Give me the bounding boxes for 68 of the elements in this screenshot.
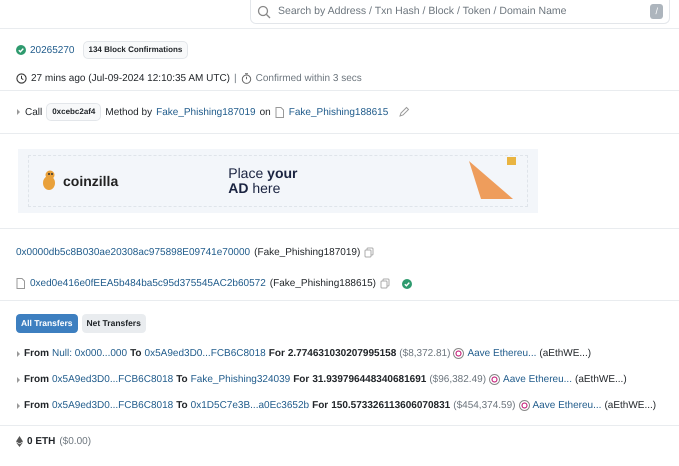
eth-value: 0 ETH — [27, 435, 56, 449]
copy-icon — [380, 278, 390, 289]
for-label: For — [312, 399, 328, 414]
token-icon — [453, 348, 464, 360]
shortcut-key: / — [650, 4, 663, 20]
from-label: From — [24, 347, 49, 362]
usd-value: ($96,382.49) — [429, 373, 486, 388]
token-icon — [518, 400, 530, 412]
token-amount: 2.774631030207995158 — [288, 347, 396, 362]
contract-link[interactable]: Fake_Phishing188615 — [288, 104, 388, 120]
to-label: To — [130, 347, 142, 362]
address-link[interactable]: Fake_Phishing324039 — [190, 372, 290, 388]
address-link[interactable]: Null: 0x000...000 — [52, 346, 128, 362]
method-id-badge: 0xcebc2af4 — [46, 103, 102, 121]
stopwatch-icon — [240, 73, 252, 84]
method-by-label: Method by — [105, 106, 152, 120]
document-icon — [274, 106, 285, 118]
transfer-tab[interactable]: All Transfers — [16, 314, 78, 333]
ethereum-icon — [16, 436, 23, 447]
search-icon — [257, 4, 271, 18]
address-link[interactable]: 0x5A9ed3D0...FCB6C8018 — [144, 346, 266, 362]
timestamp-text: 27 mins ago (Jul-09-2024 12:10:35 AM UTC) — [31, 72, 230, 86]
to-address-link[interactable]: 0xed0e416e0fEEA5b484ba5c95d375545AC2b60572 — [30, 276, 266, 291]
check-circle-icon — [16, 45, 26, 55]
for-label: For — [293, 373, 310, 388]
usd-value: ($8,372.81) — [399, 347, 450, 362]
token-symbol: (aEthWE...) — [604, 399, 656, 414]
token-link[interactable]: Aave Ethereu... — [503, 372, 572, 388]
from-address-link[interactable]: 0x0000db5c8B030ae20308ac975898E09741e70000 — [16, 245, 250, 260]
pencil-icon — [398, 106, 410, 118]
confirmations-badge: 134 Block Confirmations — [82, 41, 188, 59]
caret-icon — [16, 402, 21, 410]
token-symbol: (aEthWE...) — [539, 347, 592, 362]
ad-banner[interactable]: coinzilla Place your AD here — [18, 149, 538, 213]
from-label: From — [24, 373, 49, 388]
caret-icon — [16, 376, 21, 384]
transfer-tab[interactable]: Net Transfers — [82, 314, 146, 333]
ad-headline: AD here — [228, 181, 280, 196]
address-name: (Fake_Phishing188615) — [270, 277, 376, 291]
address-name: (Fake_Phishing187019) — [254, 246, 360, 260]
from-label: From — [24, 399, 49, 414]
block-number-link[interactable]: 20265270 — [30, 42, 74, 58]
separator: | — [234, 72, 237, 86]
document-icon — [16, 278, 26, 289]
confirmed-text: Confirmed within 3 secs — [256, 72, 362, 86]
to-label: To — [176, 373, 188, 388]
token-icon — [489, 374, 500, 386]
usd-value: ($454,374.59) — [453, 399, 516, 414]
address-link[interactable]: 0x1D5C7e3B...a0Ec3652b — [190, 398, 310, 414]
caret-icon — [16, 350, 21, 358]
address-link[interactable]: 0x5A9ed3D0...FCB6C8018 — [52, 398, 174, 414]
token-link[interactable]: Aave Ethereu... — [467, 346, 536, 362]
on-label: on — [260, 106, 271, 120]
ad-headline: Place your — [228, 166, 298, 181]
call-label: Call — [25, 106, 42, 120]
token-link[interactable]: Aave Ethereu... — [532, 398, 602, 414]
caret-icon — [16, 108, 21, 116]
caller-link[interactable]: Fake_Phishing187019 — [156, 104, 256, 120]
for-label: For — [268, 347, 285, 362]
to-label: To — [176, 399, 188, 414]
address-link[interactable]: 0x5A9ed3D0...FCB6C8018 — [52, 372, 174, 388]
token-symbol: (aEthWE...) — [574, 373, 627, 388]
brand-name: coinzilla — [63, 172, 118, 190]
token-amount: 31.939796448340681691 — [312, 373, 426, 388]
copy-icon — [364, 247, 374, 258]
usd-value: ($0.00) — [59, 435, 92, 449]
token-amount: 150.573326113606070831 — [331, 399, 450, 414]
clock-icon — [16, 73, 27, 84]
